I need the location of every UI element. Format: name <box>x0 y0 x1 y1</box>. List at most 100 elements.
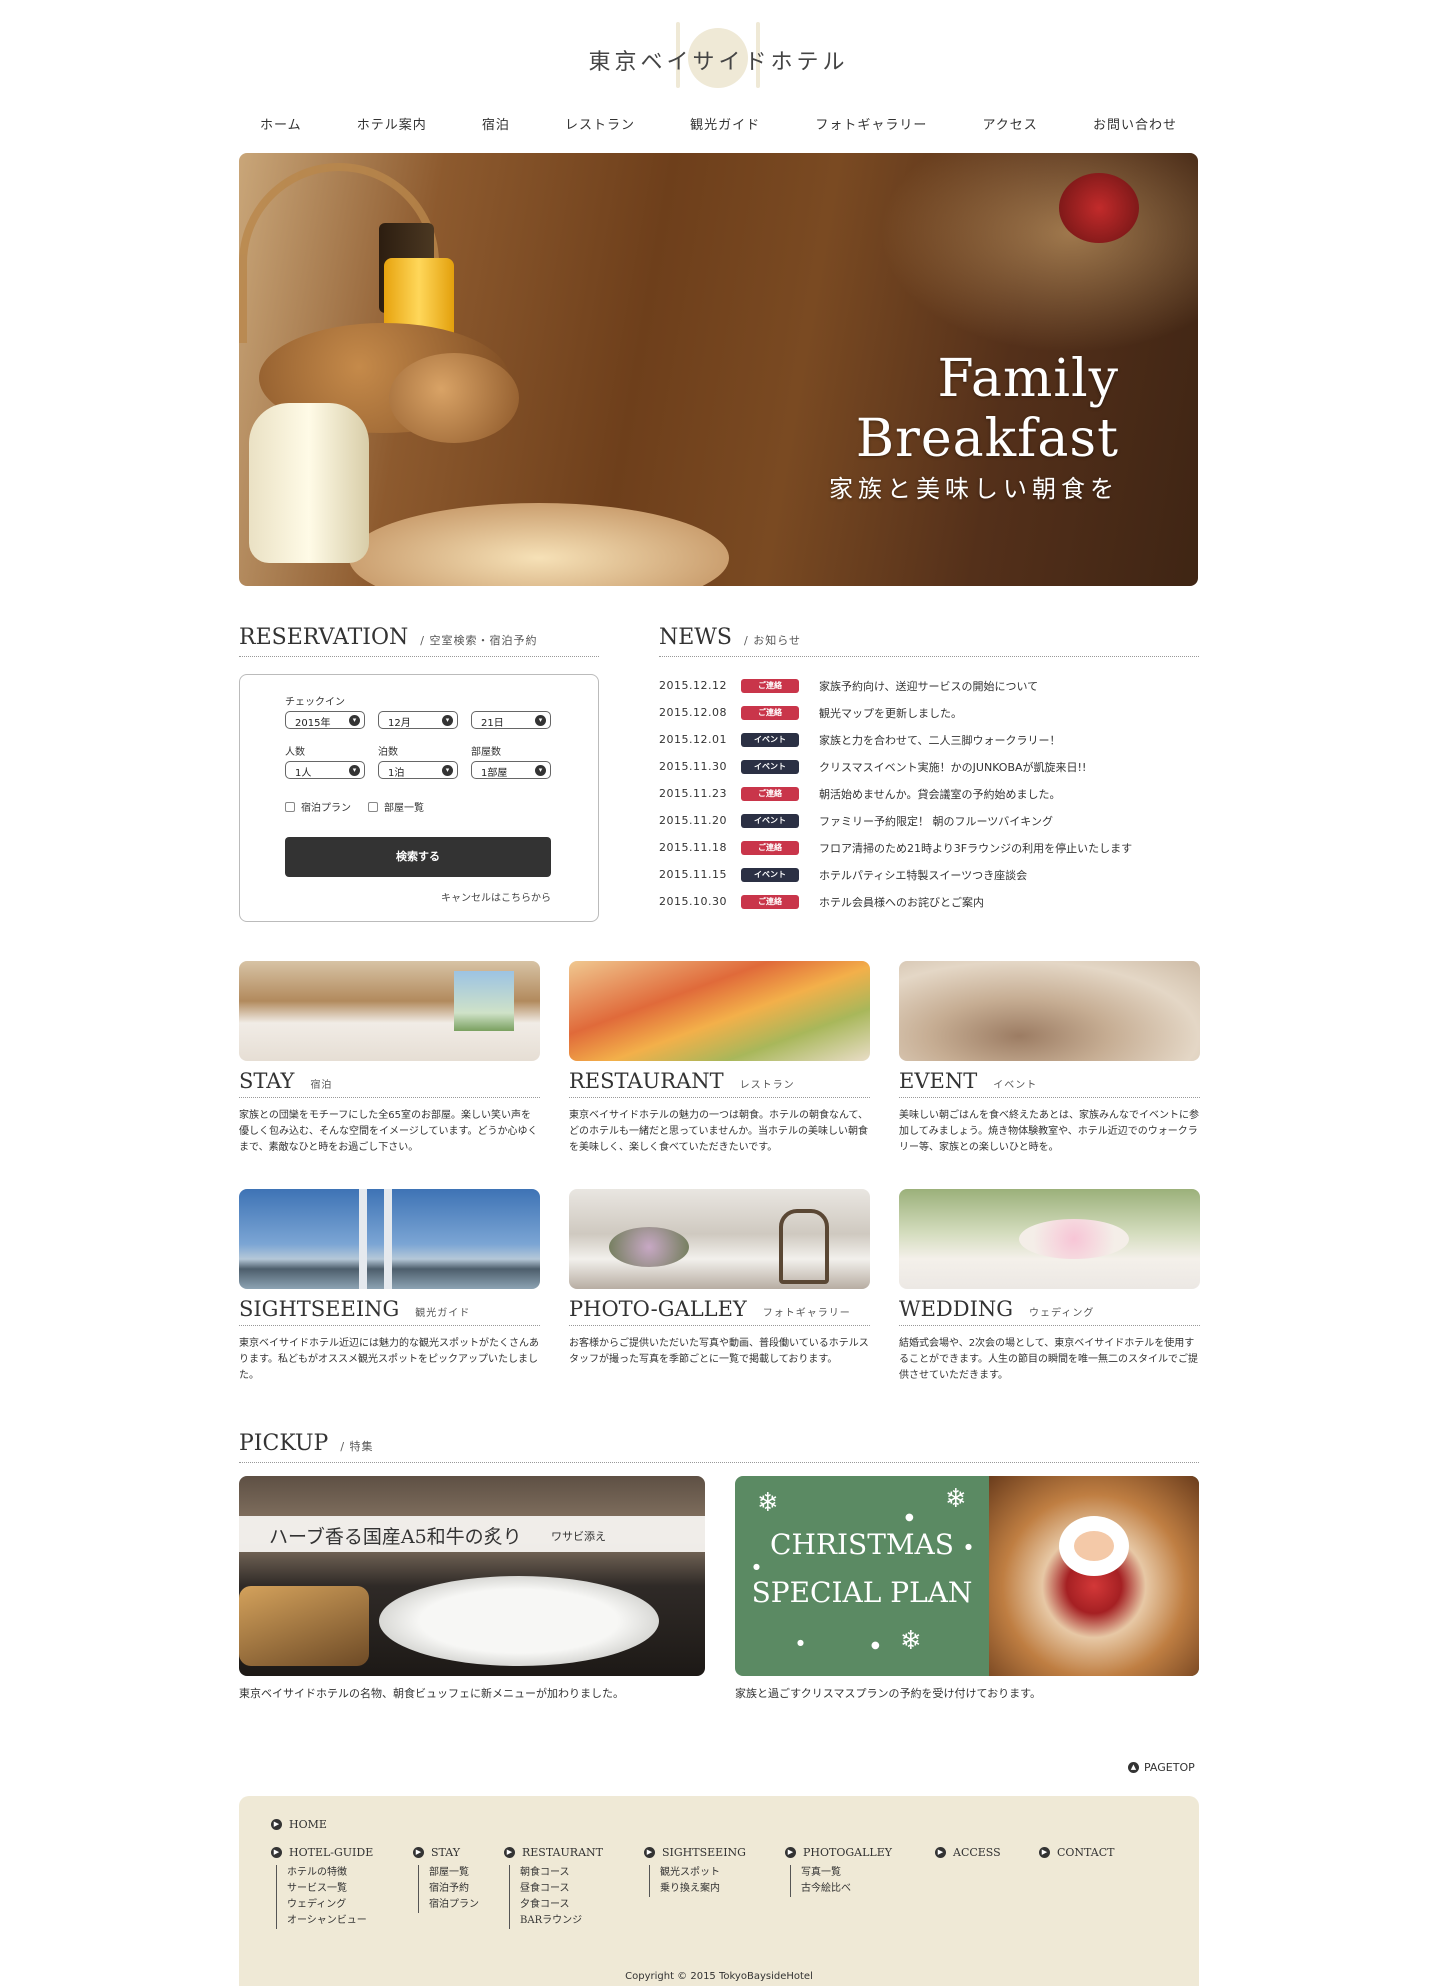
card-title: RESTAURANT レストラン <box>569 1069 870 1098</box>
sparkle-icon: ● <box>753 1562 760 1571</box>
chevron-right-icon: ▶ <box>271 1847 282 1858</box>
news-item[interactable]: 2015.12.08 ご連絡 観光マップを更新しました。 <box>659 699 1199 726</box>
news-item[interactable]: 2015.12.12 ご連絡 家族予約向け、送迎サービスの開始について <box>659 672 1199 699</box>
pickup-beef-label-bar: ハーブ香る国産A5和牛の炙り ワサビ添え <box>239 1516 705 1552</box>
chevron-down-icon: ▾ <box>349 765 360 776</box>
nights-select[interactable]: 1泊 ▾ <box>378 761 458 779</box>
people-select[interactable]: 1人 ▾ <box>285 761 365 779</box>
footer: ▶ HOME ▶ HOTEL-GUIDE ホテルの特徴 サービス一覧 ウェディング … <box>239 1796 1199 1986</box>
restaurant-photo <box>569 961 870 1061</box>
pagetop-link[interactable]: ▲ PAGETOP <box>1128 1761 1195 1774</box>
rooms-select[interactable]: 1部屋 ▾ <box>471 761 551 779</box>
news-item[interactable]: 2015.11.15 イベント ホテルパティシエ特製スイーツつき座談会 <box>659 861 1199 888</box>
card-desc: お客様からご提供いただいた写真や動画、普段働いているホテルスタッフが撮った写真を… <box>569 1338 869 1365</box>
plan-checkbox[interactable]: 宿泊プラン <box>285 799 351 814</box>
footer-sublink[interactable]: 乗り換え案内 <box>660 1881 746 1897</box>
footer-link-sightseeing[interactable]: ▶ SIGHTSEEING <box>644 1846 746 1859</box>
footer-sublink[interactable]: 宿泊プラン <box>429 1897 479 1913</box>
pickup-christmas-banner[interactable]: ❄ ❄ ❄ ● ● ● ● ● CHRISTMAS SPECIAL PLAN <box>735 1476 1199 1676</box>
card-stay[interactable]: STAY 宿泊 家族との団欒をモチーフにした全65室のお部屋。楽しい笑い声を優しく… <box>239 961 540 1156</box>
sparkle-icon: ● <box>905 1512 914 1523</box>
chevron-down-icon: ▾ <box>442 715 453 726</box>
checkin-year-select[interactable]: 2015年 ▾ <box>285 711 365 729</box>
footer-link-hotel-guide[interactable]: ▶ HOTEL-GUIDE <box>271 1846 373 1859</box>
card-event[interactable]: EVENT イベント 美味しい朝ごはんを食べ終えたあとは、家族みんなでイベントに参… <box>899 961 1200 1156</box>
arrow-up-icon: ▲ <box>1128 1762 1139 1773</box>
nav-access[interactable]: アクセス <box>982 114 1037 133</box>
footer-sublink[interactable]: 朝食コース <box>520 1865 603 1881</box>
snowflake-icon: ❄ <box>945 1484 967 1514</box>
nav-sightseeing[interactable]: 観光ガイド <box>690 114 760 133</box>
nav-home[interactable]: ホーム <box>260 114 302 133</box>
card-title: SIGHTSEEING 観光ガイド <box>239 1297 540 1326</box>
chevron-right-icon: ▶ <box>785 1847 796 1858</box>
nights-label: 泊数 <box>378 747 398 758</box>
copyright: Copyright © 2015 TokyoBaysideHotel <box>625 1971 813 1982</box>
footer-sublink[interactable]: ホテルの特徴 <box>287 1865 373 1881</box>
nav-hotel-guide[interactable]: ホテル案内 <box>357 114 427 133</box>
news-item[interactable]: 2015.11.20 イベント ファミリー予約限定！ 朝のフルーツバイキング <box>659 807 1199 834</box>
news-item[interactable]: 2015.11.18 ご連絡 フロア清掃のため21時より3Fラウンジの利用を停止いた… <box>659 834 1199 861</box>
footer-link-photogalley[interactable]: ▶ PHOTOGALLEY <box>785 1846 892 1859</box>
site-title: 東京ベイサイドホテル <box>588 50 849 75</box>
cancel-link[interactable]: キャンセルはこちらから <box>430 889 551 904</box>
news-item[interactable]: 2015.12.01 イベント 家族と力を合わせて、二人三脚ウォークラリー！ <box>659 726 1199 753</box>
category-badge: イベント <box>741 867 799 882</box>
footer-link-access[interactable]: ▶ ACCESS <box>935 1846 1001 1859</box>
nav-contact[interactable]: お問い合わせ <box>1093 114 1177 133</box>
search-button[interactable]: 検索する <box>285 837 551 877</box>
category-badge: ご連絡 <box>741 678 799 693</box>
footer-sublink[interactable]: 写真一覧 <box>801 1865 892 1881</box>
hero-title: Family Breakfast <box>855 349 1119 469</box>
sparkle-icon: ● <box>797 1638 804 1647</box>
checkbox-icon <box>285 801 295 812</box>
footer-link-restaurant[interactable]: ▶ RESTAURANT <box>504 1846 603 1859</box>
nav-photo-gallery[interactable]: フォトギャラリー <box>815 114 927 133</box>
card-restaurant[interactable]: RESTAURANT レストラン 東京ベイサイドホテルの魅力の一つは朝食。ホテルの… <box>569 961 870 1156</box>
hero-banner[interactable]: Family Breakfast 家族と美味しい朝食を <box>239 153 1198 586</box>
checkin-label: チェックイン <box>285 697 345 708</box>
footer-sublink[interactable]: BARラウンジ <box>520 1913 603 1929</box>
chevron-right-icon: ▶ <box>413 1847 424 1858</box>
footer-sublink[interactable]: 昼食コース <box>520 1881 603 1897</box>
footer-sublink[interactable]: 古今絵比べ <box>801 1881 892 1897</box>
nav-restaurant[interactable]: レストラン <box>565 114 635 133</box>
footer-col-photogalley: ▶ PHOTOGALLEY 写真一覧 古今絵比べ <box>785 1846 892 1897</box>
footer-link-stay[interactable]: ▶ STAY <box>413 1846 479 1859</box>
news-item[interactable]: 2015.10.30 ご連絡 ホテル会員様へのお詫びとご案内 <box>659 888 1199 915</box>
news-item[interactable]: 2015.11.30 イベント クリスマスイベント実施！かのJUNKOBAが凱旋来日… <box>659 753 1199 780</box>
footer-home[interactable]: ▶ HOME <box>271 1818 327 1837</box>
category-badge: ご連絡 <box>741 705 799 720</box>
footer-sublink[interactable]: オーシャンビュー <box>287 1913 373 1929</box>
bread-basket <box>239 1586 369 1666</box>
checkin-day-select[interactable]: 21日 ▾ <box>471 711 551 729</box>
sightseeing-photo <box>239 1189 540 1289</box>
footer-col-stay: ▶ STAY 部屋一覧 宿泊予約 宿泊プラン <box>413 1846 479 1913</box>
news-item[interactable]: 2015.11.23 ご連絡 朝活始めませんか。貸会議室の予約始めました。 <box>659 780 1199 807</box>
checkin-month-select[interactable]: 12月 ▾ <box>378 711 458 729</box>
footer-sublink[interactable]: 観光スポット <box>660 1865 746 1881</box>
footer-sublink[interactable]: サービス一覧 <box>287 1881 373 1897</box>
card-desc: 美味しい朝ごはんを食べ終えたあとは、家族みんなでイベントに参加してみましょう。焼… <box>899 1110 1199 1153</box>
news-list: 2015.12.12 ご連絡 家族予約向け、送迎サービスの開始について 2015.1… <box>659 672 1199 915</box>
card-desc: 東京ベイサイドホテル近辺には魅力的な観光スポットがたくさんあります。私どもがオス… <box>239 1338 539 1381</box>
footer-sublink[interactable]: ウェディング <box>287 1897 373 1913</box>
reservation-form: チェックイン 2015年 ▾ 12月 ▾ 21日 ▾ 人数 泊数 部屋数 1人 ▾ 1泊… <box>239 674 599 922</box>
card-sightseeing[interactable]: SIGHTSEEING 観光ガイド 東京ベイサイドホテル近辺には魅力的な観光スポッ… <box>239 1189 540 1384</box>
card-photo-gallery[interactable]: PHOTO-GALLEY フォトギャラリー お客様からご提供いただいた写真や動画、… <box>569 1189 870 1368</box>
chevron-down-icon: ▾ <box>535 765 546 776</box>
footer-sublink[interactable]: 部屋一覧 <box>429 1865 479 1881</box>
category-badge: イベント <box>741 759 799 774</box>
card-wedding[interactable]: WEDDING ウェディング 結婚式会場や、2次会の場として、東京ベイサイドホテル… <box>899 1189 1200 1384</box>
footer-sublink[interactable]: 夕食コース <box>520 1897 603 1913</box>
site-logo[interactable]: 東京ベイサイドホテル <box>0 22 1437 94</box>
pickup-christmas-caption: 家族と過ごすクリスマスプランの予約を受け付けております。 <box>735 1687 1042 1700</box>
wedding-photo <box>899 1189 1200 1289</box>
dish-plate <box>379 1576 659 1666</box>
footer-sublink[interactable]: 宿泊予約 <box>429 1881 479 1897</box>
pickup-beef-banner[interactable]: ハーブ香る国産A5和牛の炙り ワサビ添え <box>239 1476 705 1676</box>
roomlist-checkbox[interactable]: 部屋一覧 <box>368 799 424 814</box>
rooms-label: 部屋数 <box>471 747 501 758</box>
footer-link-contact[interactable]: ▶ CONTACT <box>1039 1846 1115 1859</box>
nav-stay[interactable]: 宿泊 <box>482 114 510 133</box>
